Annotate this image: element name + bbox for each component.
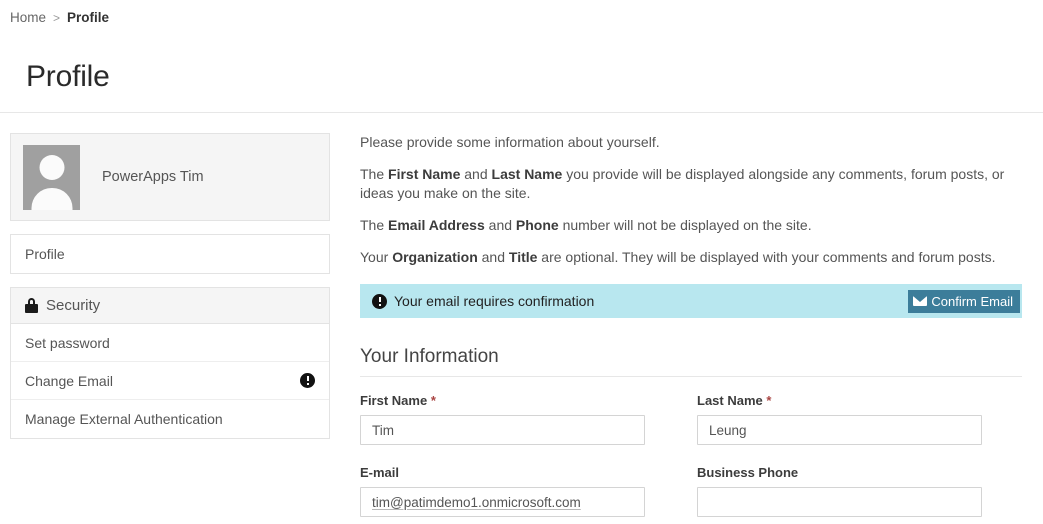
last-name-label: Last Name * xyxy=(697,393,982,408)
exclamation-circle-icon xyxy=(300,373,315,388)
email-label-text: E-mail xyxy=(360,465,400,480)
form-column-right: Last Name * Business Phone xyxy=(697,393,982,517)
first-name-required-marker: * xyxy=(430,393,436,408)
confirm-email-button-label: Confirm Email xyxy=(931,293,1013,309)
sidebar-item-change-email[interactable]: Change Email xyxy=(11,362,329,400)
profile-form: First Name * E-mail Last Name * xyxy=(360,393,1022,517)
first-name-input[interactable] xyxy=(360,415,645,445)
intro-line-3: The Email Address and Phone number will … xyxy=(360,216,1022,235)
intro-line-3-part-c: and xyxy=(484,217,516,233)
email-input[interactable] xyxy=(360,487,645,517)
envelope-icon xyxy=(913,296,928,306)
first-name-label-text: First Name xyxy=(360,393,428,408)
intro-line-2-part-a: The xyxy=(360,166,389,182)
business-phone-label-text: Business Phone xyxy=(697,465,799,480)
security-panel: Security Set password Change Email Manag… xyxy=(10,287,330,439)
field-last-name: Last Name * xyxy=(697,393,982,445)
section-title-your-information: Your Information xyxy=(360,346,499,367)
breadcrumb: Home > Profile xyxy=(10,10,109,25)
intro-line-3-bold-2: Phone xyxy=(515,217,559,233)
profile-page: Home > Profile Profile PowerApps Tim Pro… xyxy=(0,0,1043,524)
business-phone-input[interactable] xyxy=(697,487,982,517)
security-panel-header: Security xyxy=(11,288,329,324)
intro-line-4-part-c: and xyxy=(477,249,509,265)
sidebar-item-profile[interactable]: Profile xyxy=(11,235,329,273)
field-email: E-mail xyxy=(360,465,645,517)
intro-line-1: Please provide some information about yo… xyxy=(360,134,660,150)
intro-line-4-part-a: Your xyxy=(360,249,393,265)
main-content: Please provide some information about yo… xyxy=(360,133,1022,517)
profile-panel: Profile xyxy=(10,234,330,274)
intro-line-4-bold-2: Title xyxy=(508,249,538,265)
field-first-name: First Name * xyxy=(360,393,645,445)
lock-icon xyxy=(25,298,38,313)
alert-message: Your email requires confirmation xyxy=(394,293,595,309)
user-card: PowerApps Tim xyxy=(10,133,330,221)
intro-text: Please provide some information about yo… xyxy=(360,133,1022,267)
intro-line-2-part-c: and xyxy=(460,166,492,182)
sidebar-item-profile-label: Profile xyxy=(25,246,65,262)
business-phone-label: Business Phone xyxy=(697,465,982,480)
security-header-label: Security xyxy=(46,297,101,314)
alert-message-group: Your email requires confirmation xyxy=(372,293,594,309)
last-name-input[interactable] xyxy=(697,415,982,445)
field-business-phone: Business Phone xyxy=(697,465,982,517)
first-name-label: First Name * xyxy=(360,393,645,408)
breadcrumb-current: Profile xyxy=(67,10,110,25)
sidebar-item-manage-external-authentication[interactable]: Manage External Authentication xyxy=(11,400,329,438)
section-divider xyxy=(360,376,1022,377)
sidebar-item-manage-external-authentication-label: Manage External Authentication xyxy=(25,411,223,427)
user-name: PowerApps Tim xyxy=(102,169,204,185)
title-divider xyxy=(0,112,1043,113)
intro-line-3-part-d: number will not be displayed on the site… xyxy=(558,217,812,233)
intro-line-3-part-a: The xyxy=(360,217,389,233)
confirm-email-button[interactable]: Confirm Email xyxy=(908,289,1020,313)
intro-line-4-bold-1: Organization xyxy=(392,249,478,265)
intro-line-2-bold-2: Last Name xyxy=(491,166,563,182)
email-label: E-mail xyxy=(360,465,645,480)
last-name-required-marker: * xyxy=(766,393,772,408)
sidebar-item-set-password-label: Set password xyxy=(25,334,110,351)
exclamation-circle-icon xyxy=(372,293,387,309)
page-title: Profile xyxy=(26,60,110,93)
form-column-left: First Name * E-mail xyxy=(360,393,645,517)
sidebar-item-set-password[interactable]: Set password xyxy=(11,324,329,362)
email-confirmation-alert: Your email requires confirmation Confirm… xyxy=(360,284,1022,318)
breadcrumb-separator: > xyxy=(53,10,61,25)
last-name-label-text: Last Name xyxy=(697,393,763,408)
intro-line-4: Your Organization and Title are optional… xyxy=(360,248,1022,267)
sidebar: PowerApps Tim Profile Security Set passw… xyxy=(10,133,330,439)
intro-line-3-bold-1: Email Address xyxy=(388,217,485,233)
breadcrumb-home-link[interactable]: Home xyxy=(10,10,46,25)
sidebar-item-change-email-label: Change Email xyxy=(25,372,113,389)
person-avatar-icon xyxy=(23,144,80,210)
intro-line-4-part-d: are optional. They will be displayed wit… xyxy=(537,249,996,265)
intro-line-2: The First Name and Last Name you provide… xyxy=(360,165,1022,203)
intro-line-2-bold-1: First Name xyxy=(388,166,461,182)
